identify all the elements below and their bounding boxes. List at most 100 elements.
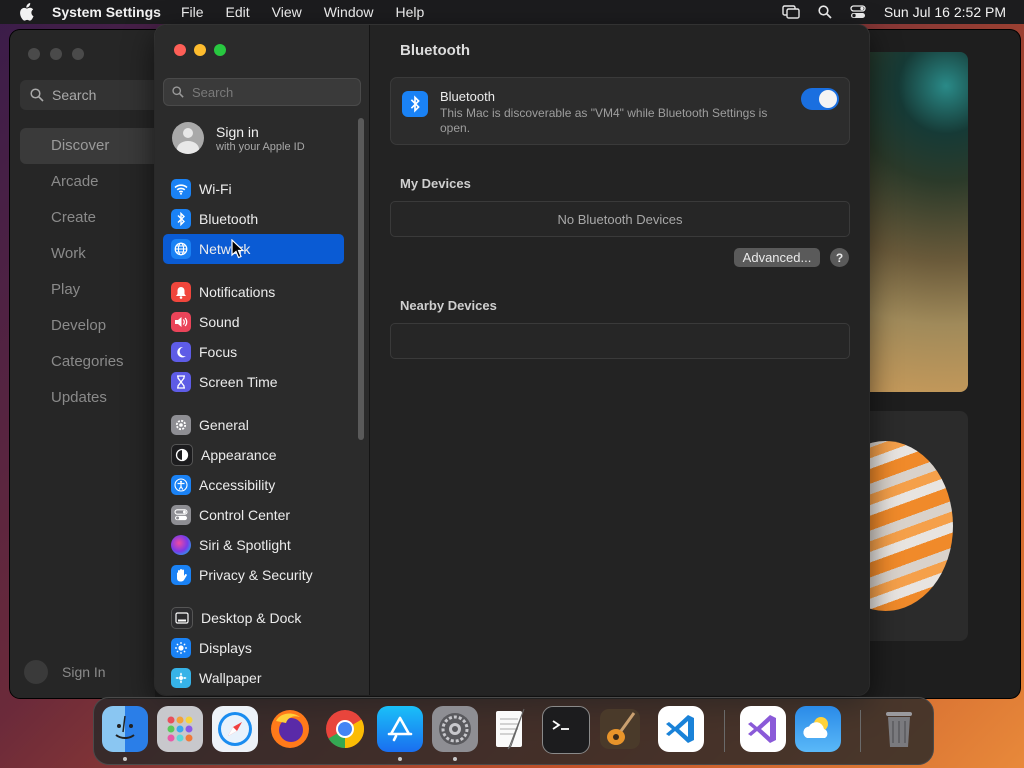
menu-view[interactable]: View [272,4,302,20]
moon-icon [171,342,191,362]
sidebar-item-notifications[interactable]: Notifications [163,277,344,307]
bluetooth-icon [402,91,428,117]
close-button[interactable] [174,44,186,56]
dock-running-indicator [123,757,127,761]
sidebar-item-bluetooth[interactable]: Bluetooth [163,204,344,234]
gear-icon [171,415,191,435]
zoom-button[interactable] [214,44,226,56]
dock-firefox-icon[interactable] [267,706,313,752]
sidebar-item-privacy-security[interactable]: Privacy & Security [163,560,344,590]
sidebar-item-screen-time[interactable]: Screen Time [163,367,344,397]
background-app-card[interactable] [858,411,968,641]
bluetooth-description: This Mac is discoverable as "VM4" while … [440,106,768,135]
background-nav-play[interactable]: Play [20,272,160,308]
background-window-controls [28,48,84,60]
speaker-icon [171,312,191,332]
sidebar-item-label: Accessibility [199,477,276,493]
background-sidebar: Search Discover Arcade Create Work Play … [10,30,160,698]
sidebar-item-label: Bluetooth [199,211,259,227]
dock-running-indicator [453,757,457,761]
sidebar-item-accessibility[interactable]: Accessibility [163,470,344,500]
advanced-button[interactable]: Advanced... [734,248,820,267]
menu-bar: System Settings File Edit View Window He… [0,0,1024,24]
dock-weather-icon[interactable] [795,706,841,752]
nearby-devices-list [390,323,850,359]
hourglass-icon [171,372,191,392]
sidebar-item-label: Siri & Spotlight [199,537,291,553]
menu-file[interactable]: File [181,4,204,20]
dock-finder-icon[interactable] [102,706,148,752]
control-center-icon[interactable] [850,5,866,19]
menu-window[interactable]: Window [324,4,374,20]
menu-help[interactable]: Help [396,4,425,20]
nearby-devices-title: Nearby Devices [400,298,497,313]
background-nav-categories[interactable]: Categories [20,344,160,380]
sidebar-item-label: Notifications [199,284,276,300]
settings-content: Bluetooth Bluetooth This Mac is discover… [370,25,869,695]
dock-garageband-icon[interactable] [597,706,643,752]
background-nav-develop[interactable]: Develop [20,308,160,344]
dock-chrome-icon[interactable] [322,706,368,752]
help-button[interactable]: ? [830,248,849,267]
minimize-button[interactable] [194,44,206,56]
background-avatar [24,660,48,684]
globe-icon [171,239,191,259]
dock-trash-icon[interactable] [876,706,922,752]
app-name-menu[interactable]: System Settings [52,4,161,20]
background-sign-in[interactable]: Sign In [24,660,106,684]
search-icon [172,86,184,98]
menu-edit[interactable]: Edit [226,4,250,20]
sidebar-search-input[interactable] [190,83,344,101]
toggle-knob [819,90,837,108]
spotlight-search-icon[interactable] [818,5,832,19]
dock-visual-studio-icon[interactable] [740,706,786,752]
sidebar-item-desktop-dock[interactable]: Desktop & Dock [163,603,344,633]
dock-app-store-icon[interactable] [377,706,423,752]
background-featured-card[interactable] [858,52,968,392]
sidebar-item-focus[interactable]: Focus [163,337,344,367]
menubar-clock[interactable]: Sun Jul 16 2:52 PM [884,4,1006,20]
sidebar-item-wifi[interactable]: Wi-Fi [163,174,344,204]
sidebar-item-displays[interactable]: Displays [163,633,344,663]
background-nav-create[interactable]: Create [20,200,160,236]
background-search-label: Search [52,87,97,103]
dock-safari-icon[interactable] [212,706,258,752]
sign-in-subtitle: with your Apple ID [216,140,305,153]
siri-icon [171,535,191,555]
mouse-cursor-icon [231,238,245,264]
sidebar-item-label: Control Center [199,507,291,523]
page-title: Bluetooth [400,42,470,59]
bluetooth-toggle[interactable] [801,88,839,110]
background-nav-updates[interactable]: Updates [20,380,160,416]
background-search-field[interactable]: Search [20,80,160,110]
sidebar-item-appearance[interactable]: Appearance [163,440,344,470]
sidebar-item-general[interactable]: General [163,410,344,440]
background-nav-discover[interactable]: Discover [20,128,160,164]
background-nav-arcade[interactable]: Arcade [20,164,160,200]
no-devices-text: No Bluetooth Devices [557,211,683,227]
sidebar-item-siri-spotlight[interactable]: Siri & Spotlight [163,530,344,560]
dock-separator [860,710,861,752]
system-settings-window: Sign in with your Apple ID Wi-Fi Bluetoo… [155,25,869,695]
sidebar-item-sound[interactable]: Sound [163,307,344,337]
dock-running-indicator [398,757,402,761]
background-nav-work[interactable]: Work [20,236,160,272]
screen-mirroring-icon[interactable] [782,5,800,19]
dock-vscode-icon[interactable] [658,706,704,752]
sidebar-scrollbar[interactable] [358,118,364,440]
dock-terminal-icon[interactable] [542,706,590,754]
sidebar-item-label: Sound [199,314,240,330]
search-icon [30,88,44,102]
bluetooth-card: Bluetooth This Mac is discoverable as "V… [390,77,850,145]
dock-textedit-icon[interactable] [487,706,533,752]
bell-icon [171,282,191,302]
apple-menu-icon[interactable] [18,3,36,21]
sidebar-item-wallpaper[interactable]: Wallpaper [163,663,344,693]
sidebar-item-control-center[interactable]: Control Center [163,500,344,530]
dock-launchpad-icon[interactable] [157,706,203,752]
dock-system-settings-icon[interactable] [432,706,478,752]
sidebar-item-network[interactable]: Network [163,234,344,264]
sidebar-search-field[interactable] [163,78,361,106]
apple-id-sign-in[interactable]: Sign in with your Apple ID [172,122,305,154]
hand-icon [171,565,191,585]
